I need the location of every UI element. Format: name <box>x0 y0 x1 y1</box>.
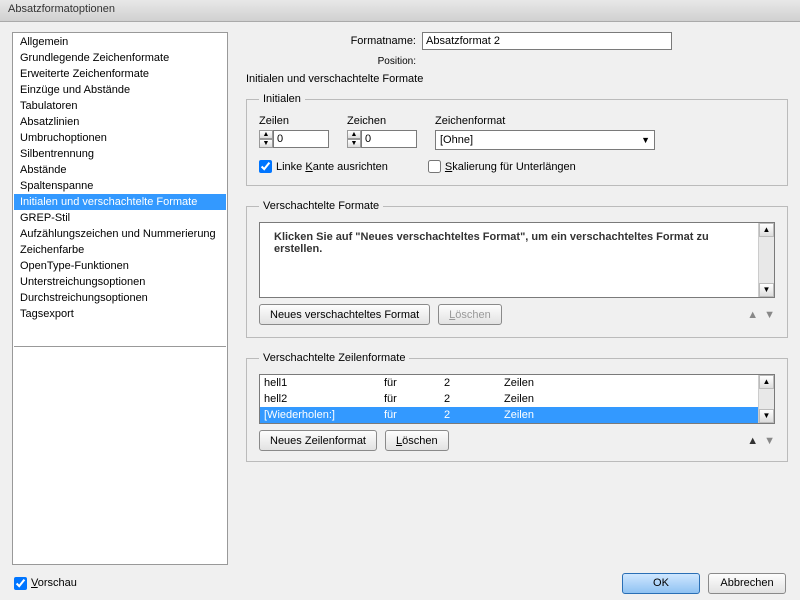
sidebar-item[interactable]: Tagsexport <box>14 306 226 322</box>
sidebar-item[interactable]: Zeichenfarbe <box>14 242 226 258</box>
cancel-button[interactable]: Abbrechen <box>708 573 786 594</box>
rows-up-icon[interactable]: ▲ <box>259 130 273 139</box>
scroll-down-icon[interactable]: ▼ <box>759 409 774 423</box>
section-title: Initialen und verschachtelte Formate <box>246 73 788 85</box>
scroll-down-icon[interactable]: ▼ <box>759 283 774 297</box>
charformat-dropdown[interactable]: [Ohne] ▼ <box>435 130 655 150</box>
sidebar-item[interactable]: Silbentrennung <box>14 146 226 162</box>
nested-formats-group: Verschachtelte Formate Klicken Sie auf "… <box>246 200 788 338</box>
formatname-label: Formatname: <box>246 35 416 47</box>
line-format-row[interactable]: [Wiederholen:]für2Zeilen <box>260 407 774 423</box>
sidebar-item[interactable]: Grundlegende Zeichenformate <box>14 50 226 66</box>
dialog-footer: Vorschau OK Abbrechen <box>0 566 800 600</box>
line-format-row[interactable]: hell1für2Zeilen <box>260 375 774 391</box>
chars-up-icon[interactable]: ▲ <box>347 130 361 139</box>
line-format-row[interactable]: hell2für2Zeilen <box>260 391 774 407</box>
nested-formats-message: Klicken Sie auf "Neues verschachteltes F… <box>266 229 768 257</box>
line-formats-group: Verschachtelte Zeilenformate hell1für2Ze… <box>246 352 788 462</box>
sidebar-item[interactable]: GREP-Stil <box>14 210 226 226</box>
charformat-label: Zeichenformat <box>435 115 655 127</box>
ok-button[interactable]: OK <box>622 573 700 594</box>
initials-group: Initialen Zeilen ▲ ▼ Zeichen <box>246 93 788 186</box>
sidebar-item[interactable]: Spaltenspanne <box>14 178 226 194</box>
chars-label: Zeichen <box>347 115 417 127</box>
rows-label: Zeilen <box>259 115 329 127</box>
nested-formats-legend: Verschachtelte Formate <box>259 200 383 212</box>
sidebar-item[interactable]: OpenType-Funktionen <box>14 258 226 274</box>
sidebar-item[interactable]: Erweiterte Zeichenformate <box>14 66 226 82</box>
position-label: Position: <box>246 56 416 67</box>
move-up-icon[interactable]: ▲ <box>747 309 758 321</box>
window-titlebar: Absatzformatoptionen <box>0 0 800 22</box>
sidebar-item[interactable]: Initialen und verschachtelte Formate <box>14 194 226 210</box>
line-formats-list[interactable]: hell1für2Zeilenhell2für2Zeilen[Wiederhol… <box>259 374 775 424</box>
rows-down-icon[interactable]: ▼ <box>259 139 273 148</box>
preview-area <box>14 346 226 521</box>
scale-descenders-checkbox[interactable]: Skalierung für Unterlängen <box>428 160 576 173</box>
initials-legend: Initialen <box>259 93 305 105</box>
chevron-down-icon: ▼ <box>641 135 650 145</box>
scroll-up-icon[interactable]: ▲ <box>759 223 774 237</box>
new-line-format-button[interactable]: Neues Zeilenformat <box>259 430 377 451</box>
formatname-input[interactable] <box>422 32 672 50</box>
rows-input[interactable] <box>273 130 329 148</box>
scrollbar[interactable]: ▲ ▼ <box>758 375 774 423</box>
chars-input[interactable] <box>361 130 417 148</box>
sidebar-item[interactable]: Durchstreichungsoptionen <box>14 290 226 306</box>
sidebar-item[interactable]: Aufzählungszeichen und Nummerierung <box>14 226 226 242</box>
move-down-icon[interactable]: ▼ <box>764 435 775 447</box>
sidebar-item[interactable]: Abstände <box>14 162 226 178</box>
category-sidebar: AllgemeinGrundlegende ZeichenformateErwe… <box>12 32 228 565</box>
sidebar-item[interactable]: Einzüge und Abstände <box>14 82 226 98</box>
nested-formats-list[interactable]: Klicken Sie auf "Neues verschachteltes F… <box>259 222 775 298</box>
new-nested-format-button[interactable]: Neues verschachteltes Format <box>259 304 430 325</box>
scroll-up-icon[interactable]: ▲ <box>759 375 774 389</box>
delete-nested-format-button[interactable]: Löschen <box>438 304 502 325</box>
delete-line-format-button[interactable]: Löschen <box>385 430 449 451</box>
scrollbar[interactable]: ▲ ▼ <box>758 223 774 297</box>
window-title: Absatzformatoptionen <box>8 3 115 15</box>
move-up-icon[interactable]: ▲ <box>747 435 758 447</box>
sidebar-item[interactable]: Umbruchoptionen <box>14 130 226 146</box>
sidebar-item[interactable]: Absatzlinien <box>14 114 226 130</box>
chars-down-icon[interactable]: ▼ <box>347 139 361 148</box>
sidebar-item[interactable]: Unterstreichungsoptionen <box>14 274 226 290</box>
preview-checkbox[interactable]: Vorschau <box>14 577 77 590</box>
line-formats-legend: Verschachtelte Zeilenformate <box>259 352 409 364</box>
sidebar-item[interactable]: Allgemein <box>14 34 226 50</box>
align-left-checkbox[interactable]: Linke Kante ausrichten <box>259 160 388 173</box>
charformat-value: [Ohne] <box>440 134 473 146</box>
move-down-icon[interactable]: ▼ <box>764 309 775 321</box>
sidebar-item[interactable]: Tabulatoren <box>14 98 226 114</box>
